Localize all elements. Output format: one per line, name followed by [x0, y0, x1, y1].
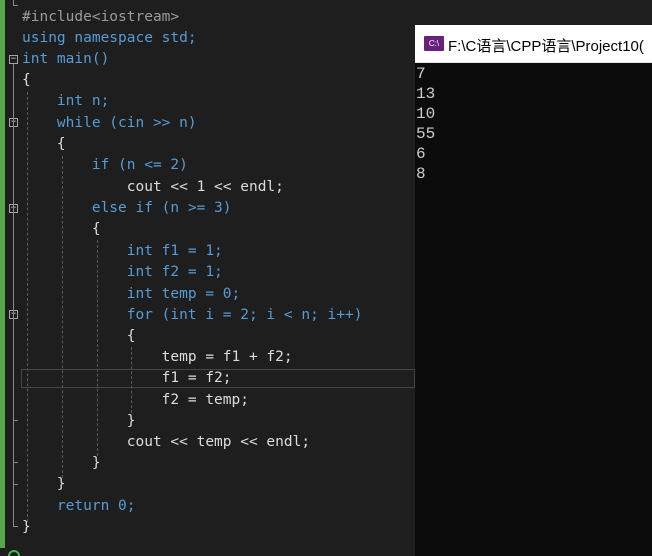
- console-title: F:\C语言\CPP语言\Project10(: [448, 38, 644, 55]
- code-token: cout << temp << endl;: [22, 434, 311, 450]
- code-line: cout << 1 << endl;: [22, 177, 284, 198]
- code-token: int temp = 0;: [22, 286, 241, 302]
- code-line: return 0;: [22, 496, 136, 517]
- code-line-current: f1 = f2;: [22, 368, 232, 389]
- code-line: }: [22, 411, 136, 432]
- code-line: #include<iostream>: [22, 7, 179, 28]
- console-output-line: 7: [416, 65, 426, 83]
- code-token: {: [22, 72, 31, 88]
- code-line: int main(): [22, 49, 109, 70]
- code-line: {: [22, 134, 66, 155]
- status-indicator-icon[interactable]: [8, 550, 20, 556]
- outline-line: [13, 64, 14, 526]
- code-line: for (int i = 2; i < n; i++): [22, 305, 363, 326]
- code-line: int f2 = 1;: [22, 262, 223, 283]
- code-token: else if (n >= 3): [22, 200, 232, 216]
- code-token: using namespace std;: [22, 30, 197, 46]
- code-token: int main(): [22, 51, 110, 67]
- code-line: using namespace std;: [22, 28, 197, 49]
- outline-end: [13, 462, 18, 463]
- code-editor[interactable]: − − − − #include<iostream> using namespa…: [0, 0, 415, 556]
- code-line: int temp = 0;: [22, 284, 241, 305]
- outline-end: [13, 420, 18, 421]
- code-line: }: [22, 474, 66, 495]
- code-token: f1 = f2;: [22, 370, 232, 386]
- code-line: int n;: [22, 91, 109, 112]
- code-token: }: [22, 519, 31, 535]
- console-output-line: 8: [416, 165, 426, 183]
- code-line: {: [22, 219, 101, 240]
- code-token: }: [22, 455, 101, 471]
- code-line: {: [22, 70, 31, 91]
- code-token: return 0;: [22, 498, 136, 514]
- code-line: int f1 = 1;: [22, 241, 223, 262]
- code-line: f2 = temp;: [22, 390, 249, 411]
- code-token: cout << 1 << endl;: [22, 179, 284, 195]
- code-token: #include<iostream>: [22, 9, 180, 25]
- code-token: {: [22, 136, 66, 152]
- code-token: int n;: [22, 93, 110, 109]
- console-output-line: 55: [416, 125, 436, 143]
- code-line: else if (n >= 3): [22, 198, 232, 219]
- console-app-icon: C:\: [424, 36, 444, 51]
- outline-end: [13, 5, 18, 6]
- console-titlebar[interactable]: C:\ F:\C语言\CPP语言\Project10(: [415, 25, 652, 63]
- code-token: }: [22, 476, 66, 492]
- collapse-main-icon[interactable]: −: [9, 55, 18, 64]
- console-window[interactable]: [415, 25, 652, 556]
- code-token: }: [22, 413, 136, 429]
- code-line: }: [22, 453, 101, 474]
- console-output-line: 13: [416, 85, 436, 103]
- code-line: if (n <= 2): [22, 155, 188, 176]
- outline-end: [13, 526, 18, 527]
- code-token: int f2 = 1;: [22, 264, 223, 280]
- code-line: temp = f1 + f2;: [22, 347, 293, 368]
- outline-end: [13, 484, 18, 485]
- code-token: int f1 = 1;: [22, 243, 223, 259]
- code-token: f2 = temp;: [22, 392, 249, 408]
- code-token: {: [22, 328, 136, 344]
- code-line: cout << temp << endl;: [22, 432, 310, 453]
- code-line: }: [22, 517, 31, 538]
- code-line: while (cin >> n): [22, 113, 197, 134]
- code-token: while (cin >> n): [22, 115, 197, 131]
- code-token: {: [22, 221, 101, 237]
- console-output-line: 6: [416, 145, 426, 163]
- code-token: if (n <= 2): [22, 157, 188, 173]
- code-token: for (int i = 2; i < n; i++): [22, 307, 363, 323]
- code-line: {: [22, 326, 136, 347]
- console-output-line: 10: [416, 105, 436, 123]
- code-token: temp = f1 + f2;: [22, 349, 293, 365]
